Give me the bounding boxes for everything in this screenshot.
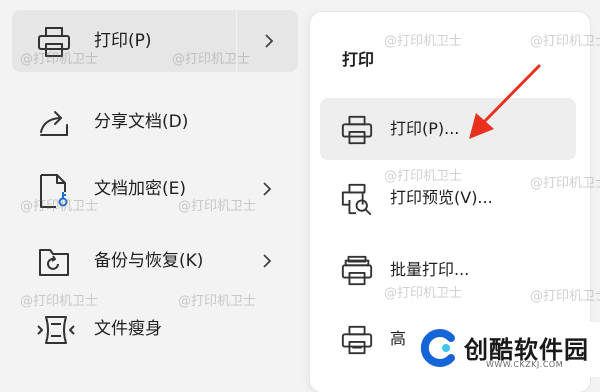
brand-logo-icon <box>418 328 458 368</box>
menu-item-label: 分享文档(D) <box>94 112 189 132</box>
share-icon <box>36 105 72 141</box>
print-preview-icon <box>340 182 374 216</box>
submenu-item-print[interactable]: 打印(P)... <box>320 98 576 160</box>
menu-item-label: 文档加密(E) <box>94 179 187 199</box>
printer-icon <box>340 113 374 147</box>
submenu-item-label: 高 <box>390 329 407 348</box>
brand-url: WWW.CKZKJ.COM <box>486 360 564 369</box>
backup-restore-icon <box>36 244 72 280</box>
menu-item-file-slimming[interactable]: 文件瘦身 <box>12 298 298 360</box>
submenu-divider <box>236 10 237 72</box>
submenu-title: 打印 <box>342 50 375 69</box>
file-slim-icon <box>36 312 75 348</box>
menu-item-label: 打印(P) <box>94 31 152 51</box>
site-branding: 创酷软件园 WWW.CKZKJ.COM <box>414 322 600 377</box>
chevron-right-icon[interactable] <box>262 253 272 269</box>
document-lock-icon <box>36 172 72 208</box>
chevron-right-icon[interactable] <box>264 33 274 49</box>
chevron-right-icon[interactable] <box>262 181 272 197</box>
submenu-item-batch-print[interactable]: 批量打印... <box>320 239 576 301</box>
submenu-item-label: 打印(P)... <box>390 119 460 138</box>
menu-item-print[interactable]: 打印(P) <box>12 10 298 72</box>
menu-item-encrypt-document[interactable]: 文档加密(E) <box>12 158 298 220</box>
menu-item-label: 备份与恢复(K) <box>94 251 204 271</box>
batch-print-icon <box>340 254 374 288</box>
menu-item-backup-restore[interactable]: 备份与恢复(K) <box>12 230 298 292</box>
printer-icon <box>36 24 72 60</box>
submenu-item-label: 批量打印... <box>390 260 470 279</box>
submenu-item-label: 打印预览(V)... <box>390 188 493 207</box>
submenu-item-print-preview[interactable]: 打印预览(V)... <box>320 167 576 229</box>
file-menu: 打印(P) 分享文档(D) 文档加密(E) 备份与恢复(K) 文件瘦身 <box>0 0 310 377</box>
advanced-print-icon <box>340 323 374 357</box>
menu-item-label: 文件瘦身 <box>94 319 162 339</box>
menu-item-share-document[interactable]: 分享文档(D) <box>12 91 298 153</box>
